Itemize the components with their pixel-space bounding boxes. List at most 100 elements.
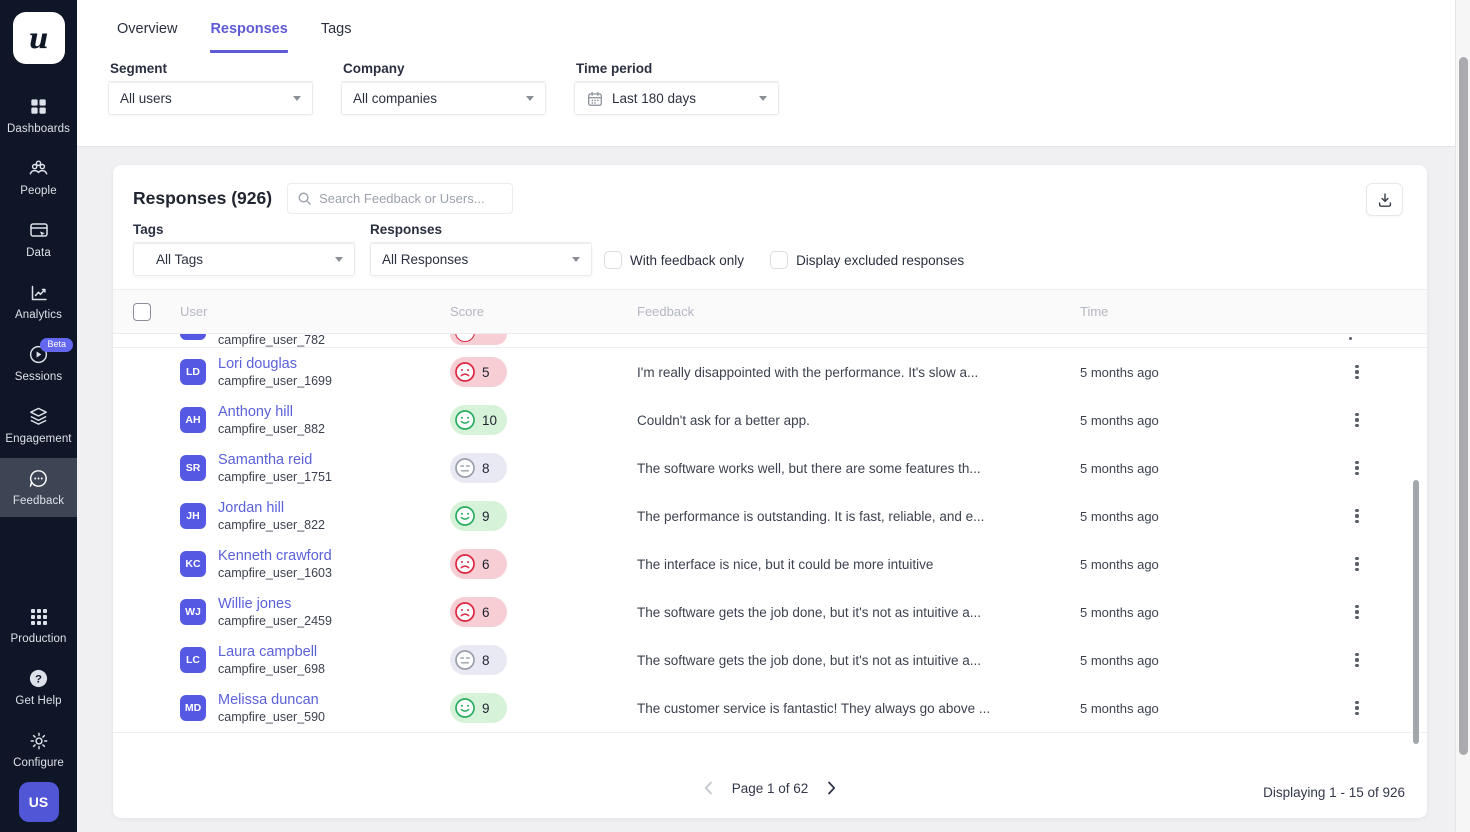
score-badge: 6 [450,549,507,579]
display-excluded-checkbox[interactable]: Display excluded responses [770,251,964,269]
segment-select[interactable]: All users [108,82,313,115]
row-menu-button[interactable] [1349,365,1365,380]
responses-filter-group: Responses All Responses [370,222,592,276]
sidebar-item-get-help[interactable]: ? Get Help [0,658,77,717]
responses-select[interactable]: All Responses [370,243,592,276]
table-scrollbar-thumb[interactable] [1413,480,1419,744]
company-label: Company [341,61,546,76]
tab-responses[interactable]: Responses [210,21,287,53]
sidebar-item-label: People [20,185,56,197]
sidebar-item-feedback[interactable]: Feedback [0,458,77,517]
table-row-partial[interactable]: campfire_user_782 [113,334,1427,348]
row-menu-button[interactable] [1349,701,1365,716]
chevron-down-icon [572,257,580,262]
card-header: Responses (926) [113,165,1427,216]
checkbox-icon [604,251,622,269]
table-row[interactable]: LDLori douglascampfire_user_16995I'm rea… [113,348,1427,396]
sidebar-item-data[interactable]: Data [0,210,77,269]
table-row[interactable]: MDMelissa duncancampfire_user_5909The cu… [113,684,1427,732]
tab-tags[interactable]: Tags [321,21,352,53]
neutral-face-icon [455,650,475,670]
table-row[interactable]: WJWillie jonescampfire_user_24596The sof… [113,588,1427,636]
table-row[interactable]: AHAnthony hillcampfire_user_88210Couldn'… [113,396,1427,444]
feedback-text: The interface is nice, but it could be m… [637,557,1080,572]
download-button[interactable] [1366,183,1403,216]
search-icon [297,191,312,206]
user-name-link[interactable]: Melissa duncan [218,691,325,709]
row-menu-button[interactable] [1349,605,1365,620]
sidebar-item-sessions[interactable]: Beta Sessions [0,334,77,393]
column-header-score: Score [450,304,637,319]
tags-select[interactable]: All Tags [133,243,355,276]
time-period-select[interactable]: Last 180 days [574,82,779,115]
row-menu-button[interactable] [1349,509,1365,524]
sidebar-item-engagement[interactable]: Engagement [0,396,77,455]
feedback-text: Couldn't ask for a better app. [637,413,1080,428]
search-input[interactable] [319,191,503,206]
row-menu-button[interactable] [1349,653,1365,668]
data-icon [28,219,50,242]
sidebar-item-dashboards[interactable]: Dashboards [0,86,77,145]
window-scrollbar-thumb[interactable] [1459,57,1468,755]
row-menu-button[interactable] [1349,557,1365,572]
user-name-link[interactable]: Laura campbell [218,643,325,661]
user-id: campfire_user_590 [218,709,325,725]
score-value: 6 [482,605,490,620]
select-all-checkbox[interactable] [133,303,151,321]
score-value: 9 [482,701,490,716]
app-logo[interactable]: u [13,12,65,64]
sidebar-item-label: Get Help [15,695,61,707]
score-value: 10 [482,413,497,428]
table-row[interactable]: SRSamantha reidcampfire_user_17518The so… [113,444,1427,492]
tab-overview[interactable]: Overview [117,21,177,53]
score-badge: 8 [450,645,507,675]
chevron-down-icon [526,96,534,101]
checkbox-icon [770,251,788,269]
responses-card: Responses (926) Tags All Tags [113,165,1427,818]
score-value: 9 [482,509,490,524]
response-time: 5 months ago [1080,461,1345,476]
sidebar-item-people[interactable]: People [0,148,77,207]
time-period-value: Last 180 days [612,91,751,106]
sad-face-icon [455,554,475,574]
user-name-link[interactable]: Samantha reid [218,451,332,469]
avatar: SR [180,455,206,481]
company-filter-group: Company All companies [341,61,546,115]
table-row[interactable]: LCLaura campbellcampfire_user_6988The so… [113,636,1427,684]
sidebar-item-configure[interactable]: Configure [0,720,77,779]
sidebar-item-production[interactable]: Production [0,596,77,655]
feedback-text: The software works well, but there are s… [637,461,1080,476]
row-menu-button[interactable] [1349,413,1365,428]
user-avatar[interactable]: US [19,782,59,822]
user-name-link[interactable]: Jordan hill [218,499,325,517]
score-badge: 6 [450,597,507,627]
company-select[interactable]: All companies [341,82,546,115]
table-row[interactable]: JHJordan hillcampfire_user_8229The perfo… [113,492,1427,540]
response-time: 5 months ago [1080,413,1345,428]
previous-page-button[interactable] [700,779,718,797]
next-page-button[interactable] [822,779,840,797]
sidebar-item-analytics[interactable]: Analytics [0,272,77,331]
row-menu-button[interactable] [1349,461,1365,476]
analytics-icon [28,281,50,304]
neutral-face-icon [455,458,475,478]
response-time: 5 months ago [1080,701,1345,716]
feedback-text: I'm really disappointed with the perform… [637,365,1080,380]
segment-label: Segment [108,61,313,76]
user-name-link[interactable]: Anthony hill [218,403,325,421]
sidebar-item-label: Feedback [13,495,64,507]
window-scrollbar[interactable] [1455,0,1470,832]
page-indicator: Page 1 of 62 [732,781,809,796]
score-value: 8 [482,461,490,476]
user-name-link[interactable]: Lori douglas [218,355,332,373]
user-name-link[interactable]: Willie jones [218,595,332,613]
user-id: campfire_user_1603 [218,565,332,581]
table-row[interactable]: KCKenneth crawfordcampfire_user_16036The… [113,540,1427,588]
sidebar-item-label: Sessions [15,371,62,383]
avatar [180,334,206,340]
user-name-link[interactable]: Kenneth crawford [218,547,332,565]
engagement-icon [27,405,50,428]
with-feedback-only-checkbox[interactable]: With feedback only [604,251,744,269]
score-value: 6 [482,557,490,572]
responses-value: All Responses [382,252,564,267]
